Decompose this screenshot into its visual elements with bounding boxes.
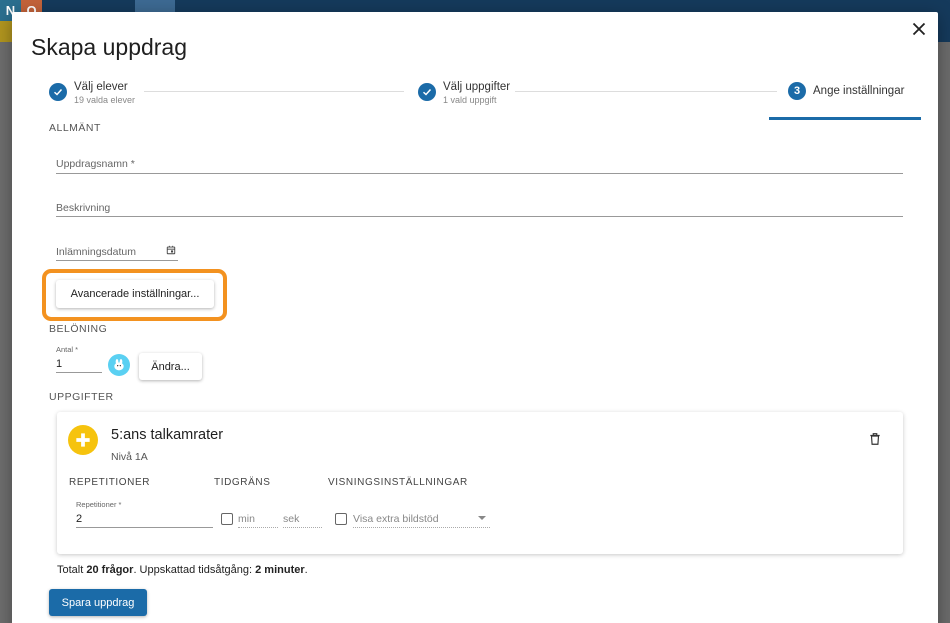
change-reward-button[interactable]: Ändra... — [139, 353, 202, 380]
minutes-field[interactable]: min — [238, 510, 278, 528]
minutes-placeholder: min — [238, 513, 255, 525]
step-number: 3 — [788, 82, 806, 100]
calendar-icon[interactable] — [166, 245, 176, 255]
step-label: Välj uppgifter — [443, 81, 511, 93]
step-label: Välj elever — [74, 81, 128, 93]
active-step-indicator — [769, 117, 921, 120]
save-assignment-button[interactable]: Spara uppdrag — [49, 589, 147, 616]
display-option-value: Visa extra bildstöd — [353, 513, 439, 525]
step-sublabel: 19 valda elever — [74, 95, 136, 105]
check-icon — [49, 83, 67, 101]
display-option-checkbox[interactable] — [335, 513, 347, 525]
time-limit-checkbox[interactable] — [221, 513, 233, 525]
step-connector — [144, 91, 404, 92]
trash-icon[interactable] — [868, 432, 882, 446]
assignment-name-field[interactable]: Uppdragsnamn * — [56, 154, 903, 174]
reward-amount-value: 1 — [56, 358, 63, 370]
time-limit-heading: TIDGRÄNS — [214, 477, 271, 488]
task-card: 5:ans talkamrater Nivå 1A REPETITIONER T… — [57, 412, 903, 554]
step-select-tasks[interactable]: Välj uppgifter 1 vald uppgift — [418, 80, 510, 106]
reward-amount-field[interactable]: 1 — [56, 355, 102, 373]
summary-text: Totalt 20 frågor. Uppskattad tidsåtgång:… — [57, 564, 308, 576]
task-title: 5:ans talkamrater — [111, 427, 224, 443]
dialog-title: Skapa uppdrag — [31, 34, 188, 60]
step-connector — [515, 91, 777, 92]
plus-icon — [68, 425, 98, 455]
app-tab — [135, 0, 175, 12]
app-left-backdrop — [0, 42, 12, 623]
display-option-select[interactable]: Visa extra bildstöd — [353, 510, 490, 528]
assignment-name-placeholder: Uppdragsnamn * — [56, 158, 135, 170]
repetitions-value: 2 — [76, 513, 83, 525]
create-assignment-dialog: Skapa uppdrag Välj elever 19 valda eleve… — [12, 12, 938, 623]
repetitions-field[interactable]: 2 — [76, 510, 213, 528]
seconds-placeholder: sek — [283, 513, 300, 525]
reward-amount-label: Antal * — [56, 345, 79, 354]
section-reward: BELÖNING — [49, 323, 108, 335]
repetitions-label: Repetitioner * — [76, 500, 122, 509]
step-select-students[interactable]: Välj elever 19 valda elever — [49, 80, 135, 106]
app-right-backdrop — [938, 42, 950, 623]
close-icon[interactable] — [908, 18, 930, 40]
step-sublabel: 1 vald uppgift — [443, 95, 497, 105]
display-settings-heading: VISNINGSINSTÄLLNINGAR — [328, 477, 468, 488]
chevron-down-icon — [478, 516, 486, 520]
estimated-duration: 2 minuter — [255, 564, 305, 576]
due-date-field[interactable]: Inlämningsdatum — [56, 242, 178, 261]
seconds-field[interactable]: sek — [283, 510, 322, 528]
section-tasks: UPPGIFTER — [49, 391, 114, 403]
description-field[interactable]: Beskrivning — [56, 198, 903, 217]
check-icon — [418, 83, 436, 101]
step-label: Ange inställningar — [813, 85, 905, 97]
question-count: 20 frågor — [86, 564, 134, 576]
task-level: Nivå 1A — [111, 451, 148, 463]
advanced-settings-button[interactable]: Avancerade inställningar... — [56, 280, 214, 308]
description-placeholder: Beskrivning — [56, 202, 111, 214]
reward-avatar — [108, 354, 130, 376]
due-date-placeholder: Inlämningsdatum — [56, 246, 136, 258]
section-general: ALLMÄNT — [49, 122, 101, 134]
repetitions-heading: REPETITIONER — [69, 477, 151, 488]
step-settings[interactable]: 3 Ange inställningar — [788, 82, 904, 100]
